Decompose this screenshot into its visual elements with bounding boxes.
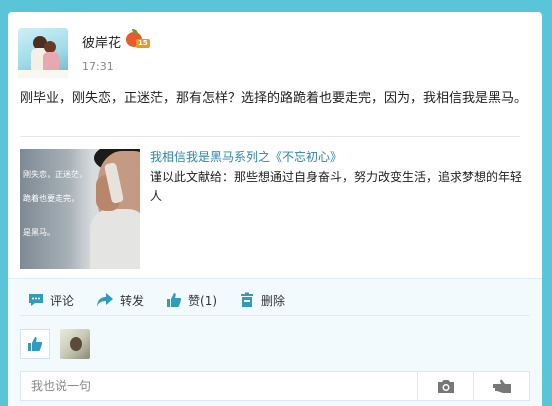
comment-input[interactable] bbox=[21, 372, 417, 400]
divider bbox=[20, 315, 530, 316]
comment-box bbox=[20, 371, 530, 401]
repost-button[interactable]: 转发 bbox=[96, 292, 144, 309]
user-avatar[interactable] bbox=[18, 28, 68, 78]
article-description: 谨以此文献给：那些想通过自身奋斗，努力改变生活，追求梦想的年轻人 bbox=[150, 170, 523, 203]
trash-icon bbox=[241, 292, 254, 307]
comment-icon bbox=[29, 294, 43, 306]
repost-label: 转发 bbox=[120, 293, 145, 308]
action-bar: 评论 转发 赞(1) 删除 bbox=[28, 289, 307, 311]
like-indicator bbox=[20, 329, 50, 359]
username[interactable]: 彼岸花 bbox=[82, 32, 121, 51]
post-content: 刚毕业，刚失恋，正迷茫，那有怎样？选择的路跪着也要走完，因为，我相信我是黑马。 bbox=[20, 91, 528, 106]
delete-label: 删除 bbox=[261, 293, 286, 308]
comment-button[interactable]: 评论 bbox=[28, 292, 74, 309]
action-panel: 评论 转发 赞(1) 删除 我也说一句 bbox=[8, 278, 542, 406]
camera-icon bbox=[437, 380, 454, 393]
like-button[interactable]: 赞(1) bbox=[166, 292, 217, 309]
post-time: 17:31 bbox=[82, 60, 114, 73]
article-title-link[interactable]: 我相信我是黑马系列之《不忘初心》 bbox=[150, 148, 342, 165]
share-arrow-icon bbox=[97, 293, 114, 307]
thumbs-up-icon bbox=[167, 293, 182, 307]
feed-post-card: 彼岸花 15 17:31 刚毕业，刚失恋，正迷茫，那有怎样？选择的路跪着也要走完… bbox=[8, 12, 542, 406]
level-badge-number: 15 bbox=[136, 39, 150, 48]
send-button[interactable] bbox=[473, 372, 529, 400]
comment-label: 评论 bbox=[50, 293, 75, 308]
thumbs-up-icon bbox=[28, 337, 43, 351]
delete-button[interactable]: 删除 bbox=[239, 292, 285, 309]
send-hand-icon bbox=[492, 379, 511, 393]
likers-list bbox=[20, 329, 90, 359]
camera-button[interactable] bbox=[417, 372, 473, 400]
level-badge-icon: 15 bbox=[126, 29, 152, 49]
article-thumbnail[interactable]: 刚失恋，正迷茫， 跪着也要走完， 是黑马。 bbox=[20, 149, 140, 269]
thumbnail-caption-line: 跪着也要走完， bbox=[23, 194, 79, 203]
liker-avatar[interactable] bbox=[60, 329, 90, 359]
divider bbox=[20, 136, 520, 137]
like-label: 赞(1) bbox=[188, 293, 218, 308]
thumbnail-caption-line: 是黑马。 bbox=[23, 228, 55, 237]
thumbnail-caption-line: 刚失恋，正迷茫， bbox=[23, 170, 87, 179]
